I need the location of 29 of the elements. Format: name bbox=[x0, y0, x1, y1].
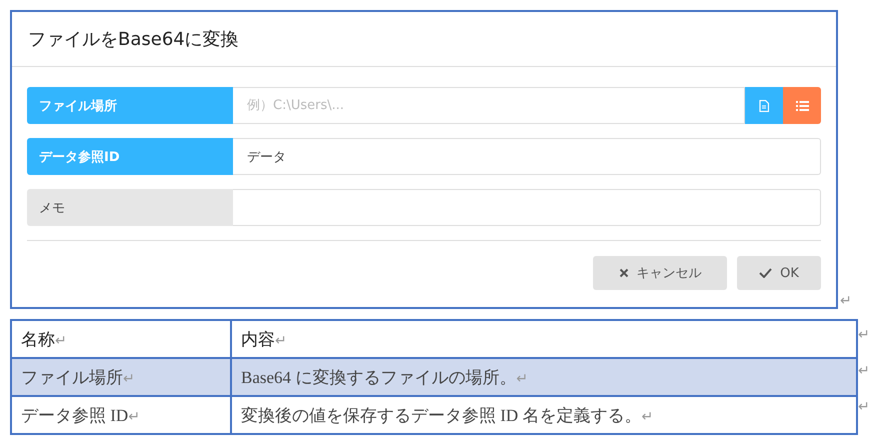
input-field[interactable]: 例）C:\Users\... bbox=[233, 87, 745, 124]
dialog-title: ファイルをBase64に変換 bbox=[28, 28, 239, 51]
paragraph-mark: ↵ bbox=[516, 370, 528, 386]
close-icon bbox=[618, 268, 628, 278]
paragraph-mark: ↵ bbox=[840, 293, 852, 309]
list-icon[interactable] bbox=[783, 87, 821, 124]
column-header: 内容 bbox=[241, 330, 275, 348]
paragraph-mark: ↵ bbox=[123, 370, 135, 386]
paragraph-mark: ↵ bbox=[858, 363, 870, 379]
paragraph-mark: ↵ bbox=[858, 399, 870, 415]
table-cell: 変換後の値を保存するデータ参照 ID 名を定義する。 bbox=[241, 406, 642, 424]
table-cell: Base64 に変換するファイルの場所。 bbox=[241, 368, 516, 386]
file-icon[interactable] bbox=[745, 87, 783, 124]
table-cell: ファイル場所 bbox=[21, 368, 123, 386]
column-header: 名称 bbox=[21, 330, 55, 348]
paragraph-mark: ↵ bbox=[55, 332, 67, 348]
input-field[interactable] bbox=[233, 189, 821, 226]
field-label: メモ bbox=[27, 189, 233, 226]
input-field[interactable]: データ bbox=[233, 138, 821, 175]
table-cell: データ参照 ID bbox=[21, 406, 128, 424]
paragraph-mark: ↵ bbox=[858, 327, 870, 343]
field-label: データ参照ID bbox=[27, 138, 233, 175]
dialog-button[interactable]: キャンセル bbox=[593, 256, 727, 290]
paragraph-mark: ↵ bbox=[641, 408, 654, 424]
dialog-button[interactable]: OK bbox=[737, 256, 821, 290]
field-label: ファイル場所 bbox=[27, 87, 233, 124]
checkmark-icon bbox=[759, 268, 772, 278]
paragraph-mark: ↵ bbox=[128, 408, 140, 424]
paragraph-mark: ↵ bbox=[275, 332, 287, 348]
